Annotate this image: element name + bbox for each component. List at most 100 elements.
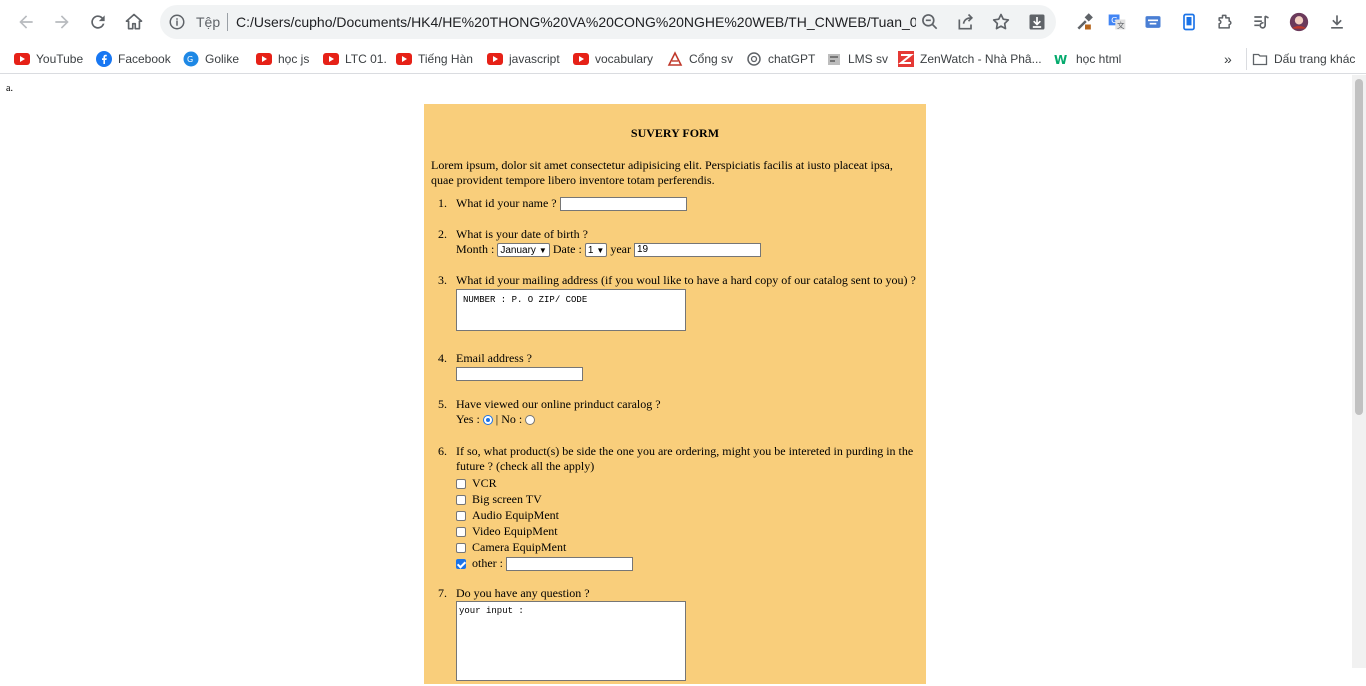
checkbox[interactable] [456, 495, 466, 506]
checkbox-option-vcr[interactable]: VCR [456, 475, 918, 491]
bookmark-cong-sv[interactable]: Cổng sv [667, 50, 733, 68]
youtube-icon [573, 53, 589, 65]
w3schools-icon: W [1054, 53, 1067, 67]
reload-icon [91, 15, 105, 29]
golike-icon: G [183, 51, 199, 67]
checkbox-label: VCR [472, 476, 497, 490]
bookmark-youtube[interactable]: YouTube [14, 50, 83, 68]
checkbox-label: Video EquipMent [472, 524, 558, 538]
bookmark-label: chatGPT [768, 52, 816, 66]
checkbox-option-camera-equipment[interactable]: Camera EquipMent [456, 539, 918, 555]
checkbox-option-big-screen-tv[interactable]: Big screen TV [456, 491, 918, 507]
reading-list-button[interactable] [1250, 11, 1272, 33]
star-icon[interactable] [991, 12, 1011, 32]
checkbox[interactable] [456, 511, 466, 522]
checkbox-checked[interactable] [456, 559, 466, 570]
question-label: Email address ? [456, 351, 532, 365]
youtube-icon [256, 53, 272, 65]
bookmark-hoc-html[interactable]: Whọc html [1054, 50, 1121, 68]
question-label: What id your mailing address (if you wou… [456, 273, 916, 287]
clipboard-icon [1183, 13, 1195, 31]
checkbox-option-audio-equipment[interactable]: Audio EquipMent [456, 507, 918, 523]
no-radio[interactable] [525, 415, 536, 426]
bookmark-vocabulary[interactable]: vocabulary [573, 50, 653, 68]
downloads-button[interactable] [1326, 11, 1348, 33]
zenwatch-icon [898, 51, 914, 67]
checkbox[interactable] [456, 527, 466, 538]
forward-button[interactable] [48, 8, 76, 36]
question-textarea[interactable]: your input : [456, 601, 686, 681]
bookmark-label: vocabulary [595, 52, 654, 66]
bookmarks-divider [1246, 48, 1247, 70]
year-input[interactable]: 19 [633, 243, 761, 258]
bookmark-javascript[interactable]: javascript [487, 50, 560, 68]
translate-extension-icon[interactable]: G文 [1106, 11, 1128, 33]
share-icon[interactable] [956, 12, 976, 32]
question-number: 5. [438, 397, 447, 411]
checkbox[interactable] [456, 543, 466, 554]
svg-text:G: G [187, 55, 193, 64]
svg-text:W: W [1054, 53, 1067, 67]
eyedropper-extension-icon[interactable] [1074, 11, 1096, 33]
question-label: If so, what product(s) be side the one y… [456, 444, 914, 473]
form-intro: Lorem ipsum, dolor sit amet consectetur … [431, 158, 893, 187]
bookmark-lms-sv[interactable]: LMS sv [826, 50, 888, 68]
no-label: | No : [495, 412, 523, 426]
question-label: Do you have any question ? [456, 586, 590, 600]
back-button[interactable] [12, 8, 40, 36]
question-7: 7. Do you have any question ? your input… [438, 586, 918, 686]
youtube-icon [396, 53, 412, 65]
email-input[interactable] [456, 367, 583, 382]
home-button[interactable] [120, 8, 148, 36]
bookmark-tieng-han[interactable]: Tiếng Hàn [396, 50, 473, 68]
info-icon[interactable] [168, 13, 186, 31]
bookmarks-overflow-button[interactable]: » [1224, 50, 1232, 68]
bookmark-facebook[interactable]: Facebook [96, 50, 171, 68]
checkbox-option-video-equipment[interactable]: Video EquipMent [456, 523, 918, 539]
extensions-button[interactable] [1214, 11, 1236, 33]
month-value: January [500, 244, 536, 256]
bookmark-label: LTC 01. [345, 52, 387, 66]
scheme-label: Tệp [196, 14, 221, 30]
month-label: Month : [456, 242, 495, 256]
scrollbar-thumb[interactable] [1355, 79, 1363, 415]
vertical-scrollbar[interactable] [1352, 75, 1366, 668]
bookmark-zenwatch[interactable]: ZenWatch - Nhà Phâ... [898, 50, 1042, 68]
address-bar[interactable]: Tệp C:/Users/cupho/Documents/HK4/HE%20TH… [160, 5, 1056, 39]
bookmark-ltc01[interactable]: LTC 01. [323, 50, 387, 68]
checkbox[interactable] [456, 479, 466, 490]
bookmark-chatgpt[interactable]: chatGPT [746, 50, 815, 68]
mailing-address-textarea[interactable]: NUMBER : P. O ZIP/ CODE [456, 289, 686, 331]
date-select[interactable]: 1 ▼ [584, 243, 608, 258]
profile-avatar[interactable] [1288, 11, 1310, 33]
eyedropper-icon [1077, 13, 1093, 30]
url-text[interactable]: C:/Users/cupho/Documents/HK4/HE%20THONG%… [236, 13, 916, 31]
chevron-double-right-icon: » [1224, 51, 1232, 67]
question-label: Have viewed our online prinduct caralog … [456, 397, 661, 411]
other-input[interactable] [506, 557, 633, 572]
facebook-icon [96, 51, 112, 67]
bookmark-label: Tiếng Hàn [418, 52, 473, 66]
keyboard-extension-icon[interactable] [1142, 11, 1164, 33]
bookmark-label: Facebook [118, 52, 171, 66]
bookmark-label: YouTube [36, 52, 84, 66]
bookmark-hoc-js[interactable]: học js [256, 50, 309, 68]
checkbox-label: Audio EquipMent [472, 508, 559, 522]
reload-button[interactable] [84, 8, 112, 36]
folder-icon [1252, 53, 1268, 66]
other-bookmarks-folder[interactable]: Dấu trang khác [1252, 50, 1355, 68]
bookmark-golike[interactable]: G Golike [183, 50, 239, 68]
chevron-down-icon: ▼ [596, 245, 605, 255]
download-icon [1331, 15, 1343, 29]
clipboard-extension-icon[interactable] [1178, 11, 1200, 33]
checkbox-option-other[interactable]: other : [456, 555, 918, 572]
question-number: 1. [438, 196, 447, 210]
bookmark-label: Cổng sv [689, 52, 734, 66]
name-input[interactable] [559, 197, 687, 212]
yes-radio[interactable] [482, 415, 493, 426]
install-icon[interactable] [1027, 12, 1047, 32]
zoom-out-icon[interactable] [920, 12, 940, 32]
month-select[interactable]: January ▼ [497, 243, 550, 258]
omnibox-divider [227, 13, 228, 31]
bookmarks-bar: YouTube Facebook G Golike học js LTC 01. … [0, 44, 1366, 74]
